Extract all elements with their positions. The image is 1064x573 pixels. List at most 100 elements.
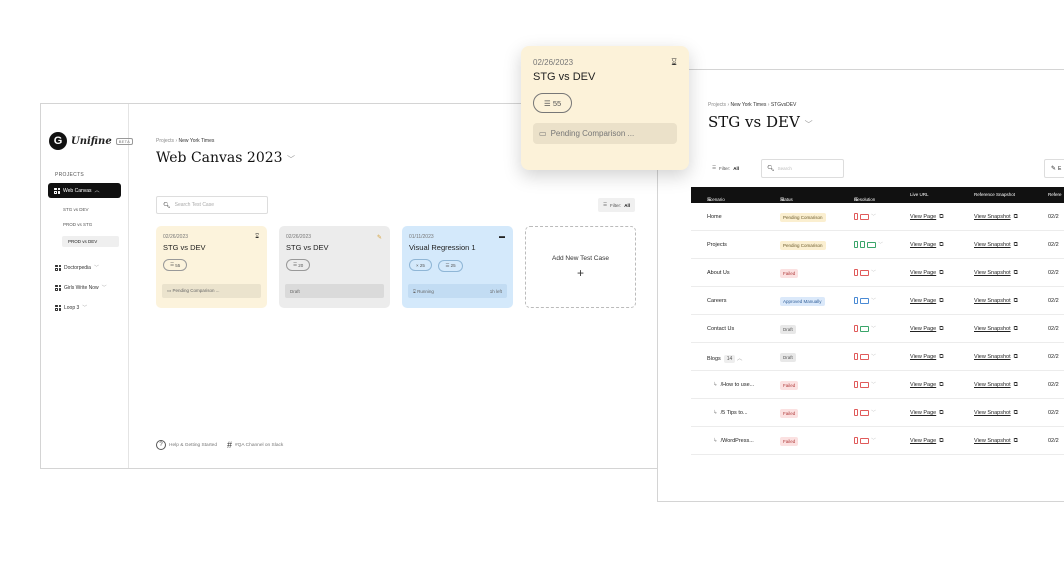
scenario-name[interactable]: Careers	[707, 298, 727, 304]
sidebar-sub-item-active[interactable]: PROD vs DEV	[62, 236, 119, 247]
scenario-name[interactable]: About Us	[707, 270, 730, 276]
live-url-text: View Page	[910, 242, 937, 248]
phone-icon[interactable]	[854, 381, 858, 388]
column-header[interactable]: Refere	[1048, 192, 1062, 197]
table-row[interactable]: Home Pending Comarison ﹀ View Page ⧉ View Sna…	[691, 203, 1064, 231]
phone-icon[interactable]	[854, 269, 858, 276]
live-url-text: View Page	[910, 214, 937, 220]
tablet-icon[interactable]	[860, 241, 865, 248]
scenario-name[interactable]: Projects	[707, 242, 727, 248]
live-url-link[interactable]: View Page ⧉	[910, 410, 944, 417]
chevron-down-icon[interactable]: ﹀	[871, 269, 876, 276]
sidebar-item-girls-write-now[interactable]: Girls Write Now ﹀	[55, 284, 107, 291]
chevron-down-icon[interactable]: ﹀	[871, 213, 876, 220]
test-case-card[interactable]: 02/26/2023 STG vs DEV ✎ ☰ 20 Draft	[279, 226, 390, 308]
page-title[interactable]: STG vs DEV ﹀	[708, 113, 813, 131]
scenario-name[interactable]: ↳/WordPress...	[713, 438, 754, 444]
reference-snapshot-link[interactable]: View Snapshot ⧉	[974, 326, 1018, 333]
chevron-down-icon[interactable]: ﹀	[878, 241, 883, 248]
reference-snapshot-link[interactable]: View Snapshot ⧉	[974, 354, 1018, 361]
reference-snapshot-link[interactable]: View Snapshot ⧉	[974, 410, 1018, 417]
scenario-name[interactable]: Home	[707, 214, 722, 220]
desktop-icon[interactable]	[867, 241, 876, 248]
table-row[interactable]: ↳/WordPress... Failed ﹀ View Page ⧉ View Snap…	[691, 427, 1064, 455]
table-row[interactable]: Projects Pending Comarison ﹀ View Page ⧉ View…	[691, 231, 1064, 259]
table-row[interactable]: Contact Us Draft ﹀ View Page ⧉ View Snapshot ⧉…	[691, 315, 1064, 343]
table-row[interactable]: Careers Approved Manually ﹀ View Page ⧉ View …	[691, 287, 1064, 315]
scenario-name[interactable]: Contact Us	[707, 326, 734, 332]
sub-item-arrow-icon: ↳	[713, 410, 718, 416]
breadcrumb-mid[interactable]: New York Times	[731, 102, 767, 108]
scenario-name[interactable]: Blogs 14 ︿	[707, 354, 742, 363]
desktop-icon[interactable]	[860, 353, 869, 360]
live-url-link[interactable]: View Page ⧉	[910, 326, 944, 333]
desktop-icon[interactable]	[860, 409, 869, 416]
reference-snapshot-link[interactable]: View Snapshot ⧉	[974, 242, 1018, 249]
filter-button[interactable]: ☰ Filter: All	[597, 198, 635, 212]
breadcrumb-current[interactable]: New York Times	[179, 138, 215, 144]
desktop-icon[interactable]	[860, 437, 869, 444]
phone-icon[interactable]	[854, 241, 858, 248]
reference-snapshot-link[interactable]: View Snapshot ⧉	[974, 382, 1018, 389]
table-row[interactable]: ↳/How to use... Failed ﹀ View Page ⧉ View Sna…	[691, 371, 1064, 399]
chevron-down-icon[interactable]: ﹀	[871, 409, 876, 416]
test-case-card-hover[interactable]: 02/26/2023 STG vs DEV ⌛︎ ☰ 55 ▭ Pending C…	[521, 46, 689, 170]
table-row[interactable]: ↳/5 Tips to... Failed ﹀ View Page ⧉ View Snap…	[691, 399, 1064, 427]
chevron-down-icon[interactable]: ﹀	[871, 297, 876, 304]
reference-snapshot-link[interactable]: View Snapshot ⧉	[974, 214, 1018, 221]
chevron-up-icon[interactable]: ︿	[735, 356, 743, 362]
edit-button[interactable]: ✎ E	[1044, 159, 1064, 178]
desktop-icon[interactable]	[860, 213, 869, 220]
test-case-card[interactable]: 02/26/2023 STG vs DEV ⌛︎ ☰ 55 ▭ Pending …	[156, 226, 267, 308]
reference-snapshot-link[interactable]: View Snapshot ⧉	[974, 438, 1018, 445]
reference-snapshot-link[interactable]: View Snapshot ⧉	[974, 298, 1018, 305]
live-url-link[interactable]: View Page ⧉	[910, 438, 944, 445]
column-header[interactable]: Reference Snapshot	[974, 192, 1015, 197]
desktop-icon[interactable]	[860, 381, 869, 388]
desktop-icon[interactable]	[860, 325, 869, 332]
help-link[interactable]: ? Help & Getting Started	[156, 440, 217, 450]
breadcrumb-current[interactable]: STGvsDEV	[771, 102, 797, 108]
chevron-down-icon[interactable]: ﹀	[871, 325, 876, 332]
scenario-name[interactable]: ↳/How to use...	[713, 382, 754, 388]
phone-icon[interactable]	[854, 325, 858, 332]
phone-icon[interactable]	[854, 437, 858, 444]
live-url-link[interactable]: View Page ⧉	[910, 214, 944, 221]
sidebar-item-doctorpedia[interactable]: Doctorpedia ﹀	[55, 264, 99, 271]
chevron-down-icon[interactable]: ﹀	[871, 353, 876, 360]
search-test-case-input[interactable]: 🔍︎ Search Test Case	[156, 196, 268, 214]
phone-icon[interactable]	[854, 353, 858, 360]
scenario-name[interactable]: ↳/5 Tips to...	[713, 410, 748, 416]
filter-button[interactable]: ☰ Filter: All	[708, 161, 743, 175]
table-row[interactable]: About Us Failed ﹀ View Page ⧉ View Snapshot ⧉ 0…	[691, 259, 1064, 287]
reference-snapshot-link[interactable]: View Snapshot ⧉	[974, 270, 1018, 277]
reference-date: 02/2	[1048, 382, 1059, 388]
phone-icon[interactable]	[854, 297, 858, 304]
live-url-link[interactable]: View Page ⧉	[910, 382, 944, 389]
logo[interactable]: G Unifine BETA	[49, 132, 134, 150]
search-input[interactable]: 🔍︎ Search	[761, 159, 844, 178]
table-row[interactable]: Blogs 14 ︿ Draft ﹀ View Page ⧉ View Snapshot ⧉ 0…	[691, 343, 1064, 371]
chevron-down-icon[interactable]: ﹀	[871, 437, 876, 444]
sidebar-item-loop-3[interactable]: Loop 3 ﹀	[55, 304, 87, 311]
desktop-icon[interactable]	[860, 297, 869, 304]
sidebar-item-web-canvas[interactable]: Web Canvas ︿	[48, 183, 121, 198]
column-header[interactable]: Live URL	[910, 192, 929, 197]
live-url-link[interactable]: View Page ⧉	[910, 242, 944, 249]
scenario-count: 55	[552, 98, 562, 108]
live-url-link[interactable]: View Page ⧉	[910, 270, 944, 277]
live-url-link[interactable]: View Page ⧉	[910, 354, 944, 361]
sidebar-sub-item[interactable]: STG vs DEV	[63, 207, 89, 212]
breadcrumb-root[interactable]: Projects	[156, 138, 174, 144]
breadcrumb-root[interactable]: Projects	[708, 102, 726, 108]
chevron-down-icon[interactable]: ﹀	[871, 381, 876, 388]
live-url-link[interactable]: View Page ⧉	[910, 298, 944, 305]
phone-icon[interactable]	[854, 213, 858, 220]
slack-link[interactable]: # #QA Channel on Slack	[227, 440, 283, 450]
page-title[interactable]: Web Canvas 2023 ﹀	[156, 150, 295, 166]
sidebar-sub-item[interactable]: PROD vs STG	[63, 222, 92, 227]
desktop-icon[interactable]	[860, 269, 869, 276]
test-case-card[interactable]: 01/11/2023 Visual Regression 1 ▬ × 25 ☰ …	[402, 226, 513, 308]
phone-icon[interactable]	[854, 409, 858, 416]
add-test-case-button[interactable]: Add New Test Case +	[525, 226, 636, 308]
